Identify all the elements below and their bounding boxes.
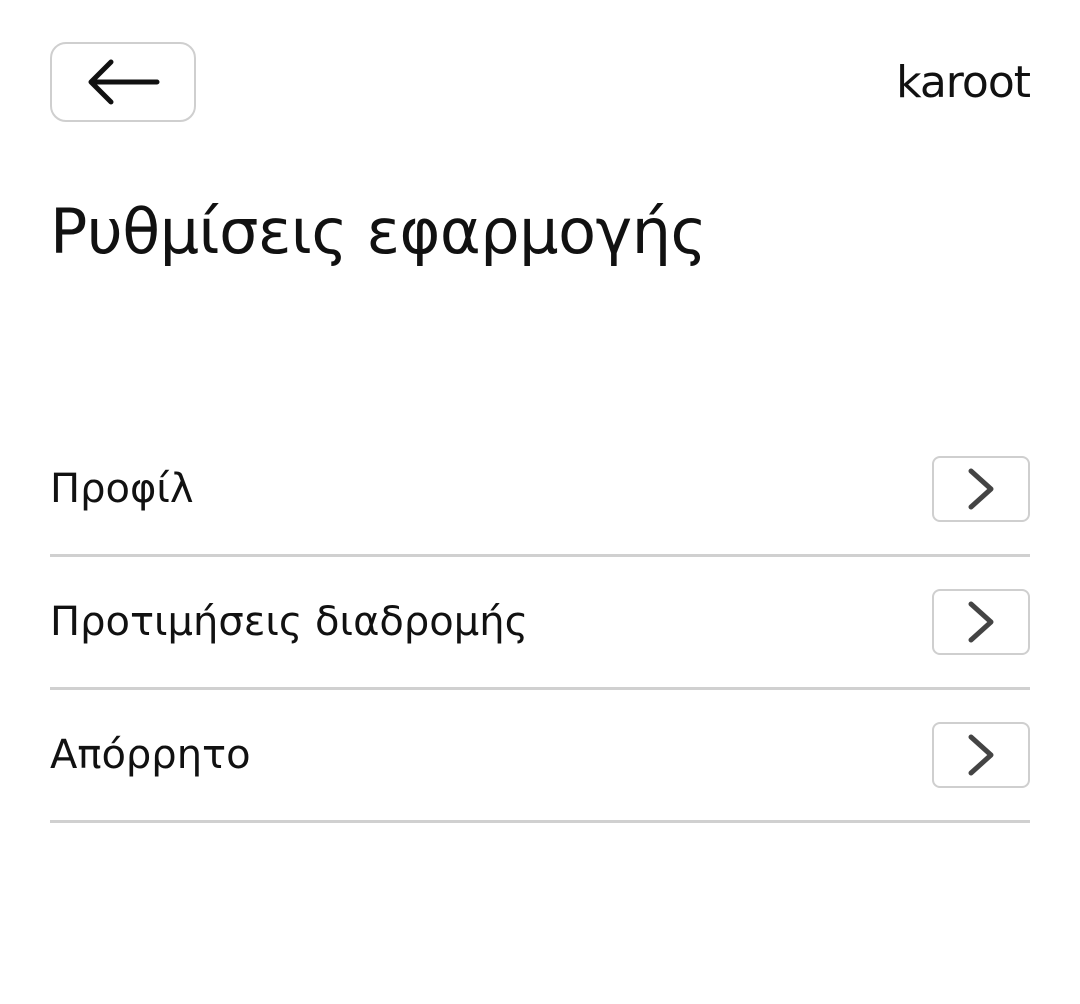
karoot-logo: karoot (896, 57, 1031, 108)
chevron-right-icon (965, 467, 997, 511)
back-button[interactable] (50, 42, 196, 122)
privacy-chevron-button[interactable] (932, 722, 1030, 788)
settings-list: Προφίλ Προτιμήσεις διαδρομής Απόρρητο (50, 424, 1030, 823)
settings-item-label: Προτιμήσεις διαδρομής (50, 599, 529, 645)
settings-item-privacy[interactable]: Απόρρητο (50, 690, 1030, 823)
chevron-right-icon (965, 600, 997, 644)
settings-item-label: Απόρρητο (50, 732, 251, 778)
settings-item-route-preferences[interactable]: Προτιμήσεις διαδρομής (50, 557, 1030, 690)
profile-chevron-button[interactable] (932, 456, 1030, 522)
arrow-left-icon (83, 54, 163, 110)
route-preferences-chevron-button[interactable] (932, 589, 1030, 655)
settings-item-label: Προφίλ (50, 466, 194, 512)
page-title: Ρυθμίσεις εφαρμογής (50, 195, 707, 268)
chevron-right-icon (965, 733, 997, 777)
settings-item-profile[interactable]: Προφίλ (50, 424, 1030, 557)
